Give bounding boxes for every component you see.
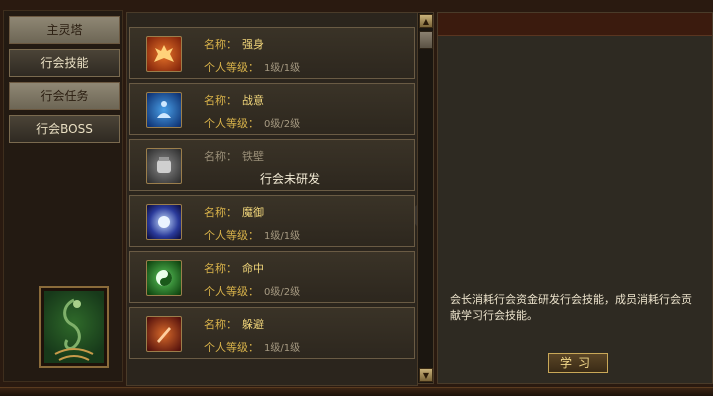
skill-row-accuracy[interactable]: 名称： 命中 个人等级： 0级/2级 bbox=[129, 251, 415, 303]
strength-icon bbox=[146, 36, 182, 72]
guild-skill-description: 会长消耗行会资金研发行会技能，成员消耗行会贡献学习行会技能。 bbox=[450, 293, 692, 322]
skill-level: 0级/2级 bbox=[264, 119, 301, 130]
skill-name-label: 名称： bbox=[204, 38, 237, 51]
skill-level-label: 个人等级： bbox=[204, 341, 259, 354]
skill-list: 名称： 强身 个人等级： 1级/1级 名称： 战意 个人等级： 0级/2级 名称… bbox=[126, 12, 418, 386]
skill-level: 1级/1级 bbox=[264, 63, 301, 74]
guild-window: 主灵塔 行会技能 行会任务 行会BOSS 名称： 强身 个人等级： 1级/1级 bbox=[0, 0, 713, 396]
guild-dragon-emblem bbox=[39, 286, 109, 368]
skill-name: 命中 bbox=[242, 262, 264, 275]
skill-name-label: 名称： bbox=[204, 150, 237, 163]
skill-row-battle-will[interactable]: 名称： 战意 个人等级： 0级/2级 bbox=[129, 83, 415, 135]
nav-main-spirit-tower[interactable]: 主灵塔 bbox=[9, 16, 120, 44]
skill-name-label: 名称： bbox=[204, 206, 237, 219]
guild-sidebar: 主灵塔 行会技能 行会任务 行会BOSS bbox=[3, 10, 123, 382]
magic-orb-icon bbox=[146, 204, 182, 240]
detail-header bbox=[438, 13, 712, 36]
nav-guild-skills[interactable]: 行会技能 bbox=[9, 49, 120, 77]
skill-name-label: 名称： bbox=[204, 318, 237, 331]
skill-row-iron-wall[interactable]: 名称： 铁壁 行会未研发 bbox=[129, 139, 415, 191]
skill-name: 魔御 bbox=[242, 206, 264, 219]
skill-name-label: 名称： bbox=[204, 262, 237, 275]
skill-level-label: 个人等级： bbox=[204, 285, 259, 298]
learn-button[interactable]: 学习 bbox=[548, 353, 608, 373]
skill-row-strength[interactable]: 名称： 强身 个人等级： 1级/1级 bbox=[129, 27, 415, 79]
nav-guild-tasks[interactable]: 行会任务 bbox=[9, 82, 120, 110]
skill-level: 1级/1级 bbox=[264, 231, 301, 242]
iron-fist-icon bbox=[146, 148, 182, 184]
skill-name: 强身 bbox=[242, 38, 264, 51]
evade-blade-icon bbox=[146, 316, 182, 352]
skill-name: 躲避 bbox=[242, 318, 264, 331]
nav-guild-boss[interactable]: 行会BOSS bbox=[9, 115, 120, 143]
scroll-down-icon[interactable]: ▼ bbox=[419, 368, 433, 382]
skill-level-label: 个人等级： bbox=[204, 117, 259, 130]
skill-name: 战意 bbox=[242, 94, 264, 107]
skill-status: 行会未研发 bbox=[260, 172, 321, 186]
skill-detail-panel: 会长消耗行会资金研发行会技能，成员消耗行会贡献学习行会技能。 学习 bbox=[437, 12, 713, 384]
skill-name: 铁壁 bbox=[242, 150, 264, 163]
window-bottom-edge bbox=[0, 387, 713, 396]
scroll-up-icon[interactable]: ▲ bbox=[419, 14, 433, 28]
accuracy-swirl-icon bbox=[146, 260, 182, 296]
skill-row-evasion[interactable]: 名称： 躲避 个人等级： 1级/1级 bbox=[129, 307, 415, 359]
skill-row-magic-defense[interactable]: 名称： 魔御 个人等级： 1级/1级 bbox=[129, 195, 415, 247]
dragon-icon bbox=[54, 298, 94, 361]
scroll-thumb[interactable] bbox=[419, 31, 433, 49]
skill-name-label: 名称： bbox=[204, 94, 237, 107]
meditation-icon bbox=[146, 92, 182, 128]
skill-list-scrollbar[interactable]: ▲ ▼ bbox=[417, 12, 434, 384]
skill-level-label: 个人等级： bbox=[204, 61, 259, 74]
skill-level: 0级/2级 bbox=[264, 287, 301, 298]
skill-level-label: 个人等级： bbox=[204, 229, 259, 242]
skill-level: 1级/1级 bbox=[264, 343, 301, 354]
